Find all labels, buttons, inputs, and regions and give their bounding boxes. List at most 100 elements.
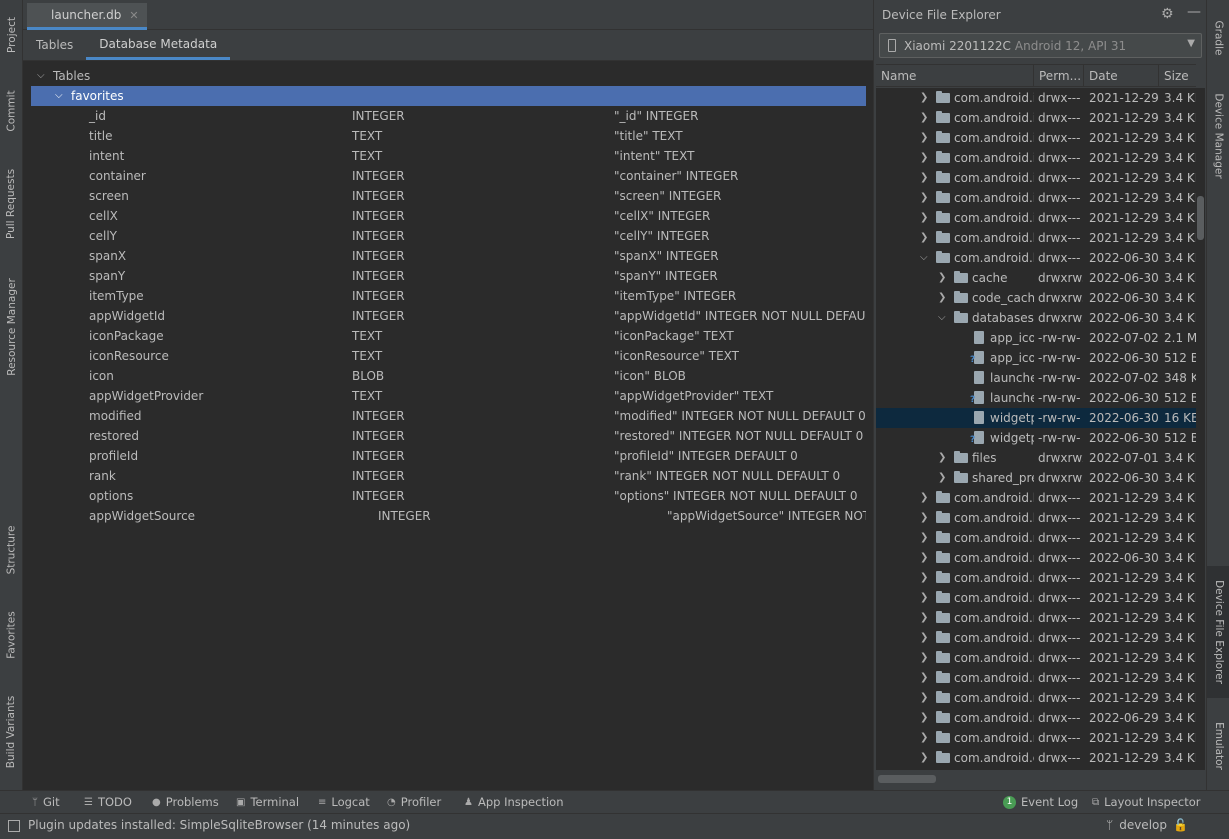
chevron-right-icon[interactable]: ❯ bbox=[920, 88, 928, 108]
folder-row[interactable]: ❯ com.android.ne drwx--- 2021-12-29 2 3.4 KI bbox=[876, 688, 1196, 708]
folder-row[interactable]: ⌵ databases drwxrwx 2022-06-30 2 3.4 KI bbox=[876, 308, 1196, 328]
chevron-right-icon[interactable]: ❯ bbox=[920, 128, 928, 148]
chevron-right-icon[interactable]: ❯ bbox=[938, 448, 946, 468]
folder-row[interactable]: ❯ com.android.in drwx--- 2021-12-29 2 3.4 KI bbox=[876, 148, 1196, 168]
file-row[interactable]: widgetpr -rw-rw- 2022-06-30 2 512 B bbox=[876, 428, 1196, 448]
chevron-right-icon[interactable]: ❯ bbox=[920, 688, 928, 708]
vertical-scrollbar[interactable] bbox=[1196, 88, 1205, 770]
column-row[interactable]: iconPackage TEXT "iconPackage" TEXT bbox=[23, 326, 873, 346]
scroll-thumb[interactable] bbox=[878, 775, 936, 783]
file-row[interactable]: launcher -rw-rw- 2022-06-30 2 512 B bbox=[876, 388, 1196, 408]
chevron-right-icon[interactable]: ❯ bbox=[920, 528, 928, 548]
chevron-right-icon[interactable]: ❯ bbox=[920, 228, 928, 248]
horizontal-scrollbar[interactable] bbox=[876, 773, 1196, 785]
column-row[interactable]: intent TEXT "intent" TEXT bbox=[23, 146, 873, 166]
column-row[interactable]: _id INTEGER "_id" INTEGER bbox=[23, 106, 873, 126]
column-row[interactable]: container INTEGER "container" INTEGER bbox=[23, 166, 873, 186]
tool-resource-manager[interactable]: Resource Manager bbox=[0, 268, 23, 386]
chevron-right-icon[interactable]: ❯ bbox=[920, 508, 928, 528]
chevron-right-icon[interactable]: ❯ bbox=[920, 148, 928, 168]
device-selector[interactable]: Xiaomi 2201122C Android 12, API 31 ▼ bbox=[879, 33, 1202, 58]
chevron-right-icon[interactable]: ❯ bbox=[920, 648, 928, 668]
folder-row[interactable]: ❯ cache drwxrws 2022-06-30 2 3.4 KI bbox=[876, 268, 1196, 288]
folder-row[interactable]: ❯ com.android.ne drwx--- 2022-06-29 2 3.4 KI bbox=[876, 708, 1196, 728]
column-row[interactable]: itemType INTEGER "itemType" INTEGER bbox=[23, 286, 873, 306]
file-row[interactable]: launcher -rw-rw- 2022-07-02 0 348 K bbox=[876, 368, 1196, 388]
column-row[interactable]: spanX INTEGER "spanX" INTEGER bbox=[23, 246, 873, 266]
folder-row[interactable]: ❯ shared_prefs drwxrwx 2022-06-30 2 3.4 KI bbox=[876, 468, 1196, 488]
tool-emulator[interactable]: Emulator bbox=[1207, 708, 1229, 784]
folder-row[interactable]: ❯ com.android.m drwx--- 2021-12-29 2 3.4 KI bbox=[876, 588, 1196, 608]
column-row[interactable]: screen INTEGER "screen" INTEGER bbox=[23, 186, 873, 206]
folder-row[interactable]: ⌵ com.android.la drwx--- 2022-06-30 2 3.4 KI bbox=[876, 248, 1196, 268]
tool-git[interactable]: ᛘ Git bbox=[32, 791, 60, 813]
tool-gradle[interactable]: Gradle bbox=[1207, 8, 1229, 68]
folder-row[interactable]: ❯ com.android.or drwx--- 2021-12-29 2 3.4 KI bbox=[876, 748, 1196, 768]
column-row[interactable]: appWidgetProvider TEXT "appWidgetProvider"… bbox=[23, 386, 873, 406]
folder-row[interactable]: ❯ com.android.m drwx--- 2021-12-29 2 3.4 KI bbox=[876, 568, 1196, 588]
column-row[interactable]: appWidgetSource INTEGER "appWidgetSource" … bbox=[23, 506, 873, 526]
column-row[interactable]: cellX INTEGER "cellX" INTEGER bbox=[23, 206, 873, 226]
folder-row[interactable]: ❯ com.android.in drwx--- 2021-12-29 2 3.4 KI bbox=[876, 128, 1196, 148]
chevron-right-icon[interactable]: ❯ bbox=[920, 728, 928, 748]
column-row[interactable]: restored INTEGER "restored" INTEGER NOT NU… bbox=[23, 426, 873, 446]
tool-app-inspection[interactable]: ♟ App Inspection bbox=[464, 791, 564, 813]
folder-row[interactable]: ❯ com.android.in drwx--- 2021-12-29 2 3.4 KI bbox=[876, 108, 1196, 128]
tool-profiler[interactable]: ◔ Profiler bbox=[387, 791, 441, 813]
folder-row[interactable]: ❯ com.android.in drwx--- 2021-12-29 2 3.4 KI bbox=[876, 88, 1196, 108]
tool-device-manager[interactable]: Device Manager bbox=[1207, 84, 1229, 188]
folder-row[interactable]: ❯ com.android.ne drwx--- 2021-12-29 2 3.4 KI bbox=[876, 668, 1196, 688]
status-toggle-icon[interactable] bbox=[8, 820, 20, 832]
col-header-date[interactable]: Date bbox=[1084, 65, 1159, 87]
tool-event-log[interactable]: 1 Event Log bbox=[1003, 791, 1078, 813]
close-icon[interactable]: ✕ bbox=[129, 9, 138, 22]
column-row[interactable]: title TEXT "title" TEXT bbox=[23, 126, 873, 146]
chevron-right-icon[interactable]: ❯ bbox=[938, 468, 946, 488]
chevron-right-icon[interactable]: ❯ bbox=[938, 288, 946, 308]
chevron-right-icon[interactable]: ❯ bbox=[920, 628, 928, 648]
chevron-right-icon[interactable]: ❯ bbox=[920, 488, 928, 508]
column-row[interactable]: modified INTEGER "modified" INTEGER NOT NU… bbox=[23, 406, 873, 426]
chevron-down-icon[interactable]: ⌵ bbox=[55, 86, 63, 106]
chevron-right-icon[interactable]: ❯ bbox=[920, 548, 928, 568]
chevron-right-icon[interactable]: ❯ bbox=[920, 108, 928, 128]
chevron-down-icon[interactable]: ⌵ bbox=[37, 66, 45, 86]
col-header-permissions[interactable]: Perm... bbox=[1034, 65, 1084, 87]
column-row[interactable]: appWidgetId INTEGER "appWidgetId" INTEGER … bbox=[23, 306, 873, 326]
tool-commit[interactable]: Commit bbox=[0, 80, 23, 142]
chevron-right-icon[interactable]: ❯ bbox=[920, 168, 928, 188]
git-branch-widget[interactable]: ᛘ develop 🔓 bbox=[1106, 818, 1188, 832]
chevron-right-icon[interactable]: ❯ bbox=[920, 708, 928, 728]
gear-icon[interactable]: ⚙ bbox=[1161, 6, 1174, 22]
tree-node-favorites[interactable]: ⌵ favorites bbox=[31, 86, 866, 106]
column-row[interactable]: spanY INTEGER "spanY" INTEGER bbox=[23, 266, 873, 286]
chevron-right-icon[interactable]: ❯ bbox=[920, 668, 928, 688]
chevron-down-icon[interactable]: ⌵ bbox=[920, 248, 928, 268]
file-tab-launcher-db[interactable]: launcher.db ✕ bbox=[27, 3, 147, 30]
tool-project[interactable]: Project bbox=[0, 6, 23, 64]
col-header-size[interactable]: Size bbox=[1159, 65, 1196, 87]
tool-pull-requests[interactable]: Pull Requests bbox=[0, 158, 23, 250]
status-message[interactable]: Plugin updates installed: SimpleSqliteBr… bbox=[28, 818, 410, 832]
column-row[interactable]: profileId INTEGER "profileId" INTEGER DEFA… bbox=[23, 446, 873, 466]
chevron-right-icon[interactable]: ❯ bbox=[938, 268, 946, 288]
tree-node-tables[interactable]: ⌵ Tables bbox=[23, 66, 873, 86]
folder-row[interactable]: ❯ com.android.nf drwx--- 2021-12-29 2 3.4 KI bbox=[876, 728, 1196, 748]
file-row[interactable]: app_icor -rw-rw- 2022-06-30 2 512 B bbox=[876, 348, 1196, 368]
folder-row[interactable]: ❯ com.android.lo drwx--- 2021-12-29 2 3.4 KI bbox=[876, 508, 1196, 528]
chevron-right-icon[interactable]: ❯ bbox=[920, 748, 928, 768]
tool-todo[interactable]: ☰ TODO bbox=[84, 791, 132, 813]
tab-tables[interactable]: Tables bbox=[23, 30, 86, 60]
tool-terminal[interactable]: ▣ Terminal bbox=[236, 791, 299, 813]
file-row[interactable]: widgetpr -rw-rw- 2022-06-30 2 16 KE bbox=[876, 408, 1196, 428]
column-row[interactable]: icon BLOB "icon" BLOB bbox=[23, 366, 873, 386]
tool-logcat[interactable]: ≡ Logcat bbox=[318, 791, 370, 813]
column-row[interactable]: rank INTEGER "rank" INTEGER NOT NULL DEFAU… bbox=[23, 466, 873, 486]
chevron-down-icon[interactable]: ⌵ bbox=[938, 308, 946, 328]
folder-row[interactable]: ❯ com.android.in drwx--- 2021-12-29 2 3.4 KI bbox=[876, 208, 1196, 228]
folder-row[interactable]: ❯ com.android.ne drwx--- 2021-12-29 2 3.4 KI bbox=[876, 648, 1196, 668]
column-row[interactable]: options INTEGER "options" INTEGER NOT NULL… bbox=[23, 486, 873, 506]
folder-row[interactable]: ❯ com.android.m drwx--- 2021-12-29 2 3.4 KI bbox=[876, 608, 1196, 628]
folder-row[interactable]: ❯ com.android.ke drwx--- 2021-12-29 2 3.4 KI bbox=[876, 228, 1196, 248]
folder-row[interactable]: ❯ com.android.m drwx--- 2021-12-29 2 3.4 KI bbox=[876, 528, 1196, 548]
